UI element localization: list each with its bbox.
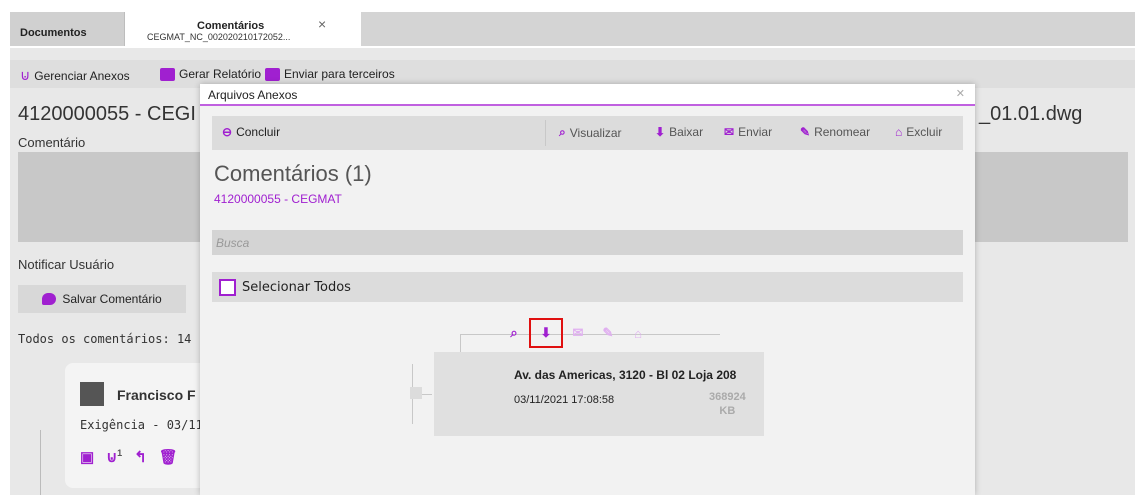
modal-title: Arquivos Anexos: [208, 88, 298, 102]
rename-button[interactable]: ✎ Renomear: [800, 125, 870, 139]
page-title-filename: _01.01.dwg: [979, 103, 1083, 125]
report-icon: [160, 67, 175, 81]
pencil-icon[interactable]: ✎: [597, 322, 619, 344]
manage-attachments-button[interactable]: ⊍ Gerenciar Anexos: [20, 67, 130, 84]
modal-heading: Comentários (1): [214, 161, 372, 186]
file-size-value: 368924: [709, 391, 746, 403]
select-all-checkbox[interactable]: [219, 279, 236, 296]
conclude-label: Concluir: [236, 125, 281, 139]
close-icon[interactable]: ✕: [956, 87, 965, 100]
select-all-row[interactable]: Selecionar Todos: [212, 272, 963, 302]
all-comments-count: Todos os comentários: 14: [18, 332, 192, 346]
modal-subheading: 4120000055 - CEGMAT: [214, 192, 342, 206]
file-action-icons: ⌕ ⬇ ✉ ✎ ⌂: [503, 318, 649, 348]
rename-label: Renomear: [814, 125, 871, 139]
comment-actions: ▣ ⊍1 ↰ 🗑: [80, 448, 178, 466]
manage-attachments-label: Gerenciar Anexos: [34, 68, 130, 83]
attachment-count-badge: 1: [117, 448, 123, 458]
trash-icon: ⌂: [895, 125, 903, 139]
conclude-button[interactable]: ⊖ Concluir: [222, 125, 280, 139]
send-label: Enviar: [738, 125, 773, 139]
search-field[interactable]: Busca: [212, 230, 963, 255]
tab-documentos-label: Documentos: [20, 27, 87, 39]
envelope-icon: ✉: [724, 125, 735, 139]
delete-label: Excluir: [906, 125, 943, 139]
file-size-unit: KB: [719, 405, 736, 417]
close-tab-icon[interactable]: ×: [318, 16, 326, 32]
save-comment-label: Salvar Comentário: [62, 292, 162, 306]
reply-icon[interactable]: ↰: [134, 448, 147, 466]
comment-subtitle: Exigência - 03/11/2: [80, 418, 218, 432]
tab-comentarios[interactable]: Comentários CEGMAT_NC_002020210172052...…: [125, 12, 361, 46]
paperclip-icon: ⊍: [20, 67, 31, 83]
chat-icon: [42, 293, 57, 305]
back-circle-icon: ⊖: [222, 125, 233, 139]
tab-documentos[interactable]: Documentos: [10, 12, 125, 46]
view-label: Visualizar: [569, 125, 622, 140]
trash-icon[interactable]: ⌂: [627, 322, 649, 344]
comment-tree-line: [40, 430, 41, 495]
comment-author: Francisco F: [117, 387, 196, 403]
report-icon[interactable]: ▣: [80, 448, 94, 466]
tab-comentarios-title: Comentários: [197, 20, 265, 32]
view-button[interactable]: ⌕ Visualizar: [559, 125, 622, 140]
file-card[interactable]: Av. das Americas, 3120 - Bl 02 Loja 208 …: [434, 352, 764, 436]
trash-icon[interactable]: 🗑: [159, 448, 178, 466]
file-name: Av. das Americas, 3120 - Bl 02 Loja 208: [514, 368, 737, 382]
magnify-document-icon: ⌕: [559, 125, 566, 139]
download-button[interactable]: ⬇ Baixar: [655, 125, 703, 139]
download-arrow-icon: ⬇: [655, 125, 666, 139]
delete-button[interactable]: ⌂ Excluir: [895, 125, 942, 139]
tree-node: [410, 387, 422, 399]
send-third-button[interactable]: Enviar para terceiros: [265, 67, 395, 81]
save-comment-button[interactable]: Salvar Comentário: [18, 285, 186, 313]
send-third-label: Enviar para terceiros: [284, 67, 395, 81]
select-all-label: Selecionar Todos: [242, 280, 351, 295]
page-title: 4120000055 - CEGI: [18, 103, 196, 125]
download-arrow-icon[interactable]: ⬇: [529, 318, 563, 348]
envelope-icon[interactable]: ✉: [567, 322, 589, 344]
search-placeholder: Busca: [216, 236, 250, 250]
comment-label: Comentário: [18, 135, 86, 150]
magnify-document-icon[interactable]: ⌕: [503, 322, 525, 344]
file-size: 368924 KB: [709, 390, 746, 418]
modal-action-bar: ⊖ Concluir ⌕ Visualizar ⬇ Baixar ✉ Envia…: [212, 116, 963, 150]
action-divider: [545, 120, 546, 146]
generate-report-label: Gerar Relatório: [179, 67, 262, 81]
avatar: [80, 382, 104, 406]
modal-header: Arquivos Anexos ✕: [200, 84, 975, 106]
paperclip-icon[interactable]: ⊍1: [106, 448, 122, 466]
attachments-modal: Arquivos Anexos ✕ ⊖ Concluir ⌕ Visualiza…: [200, 84, 975, 495]
envelope-icon: [265, 67, 280, 81]
tab-comentarios-subtitle: CEGMAT_NC_002020210172052...: [147, 32, 291, 42]
file-date: 03/11/2021 17:08:58: [514, 394, 615, 406]
notify-user-label: Notificar Usuário: [18, 257, 115, 272]
generate-report-button[interactable]: Gerar Relatório: [160, 67, 261, 81]
pencil-icon: ✎: [800, 125, 811, 139]
download-label: Baixar: [669, 125, 704, 139]
send-button[interactable]: ✉ Enviar: [724, 125, 772, 139]
